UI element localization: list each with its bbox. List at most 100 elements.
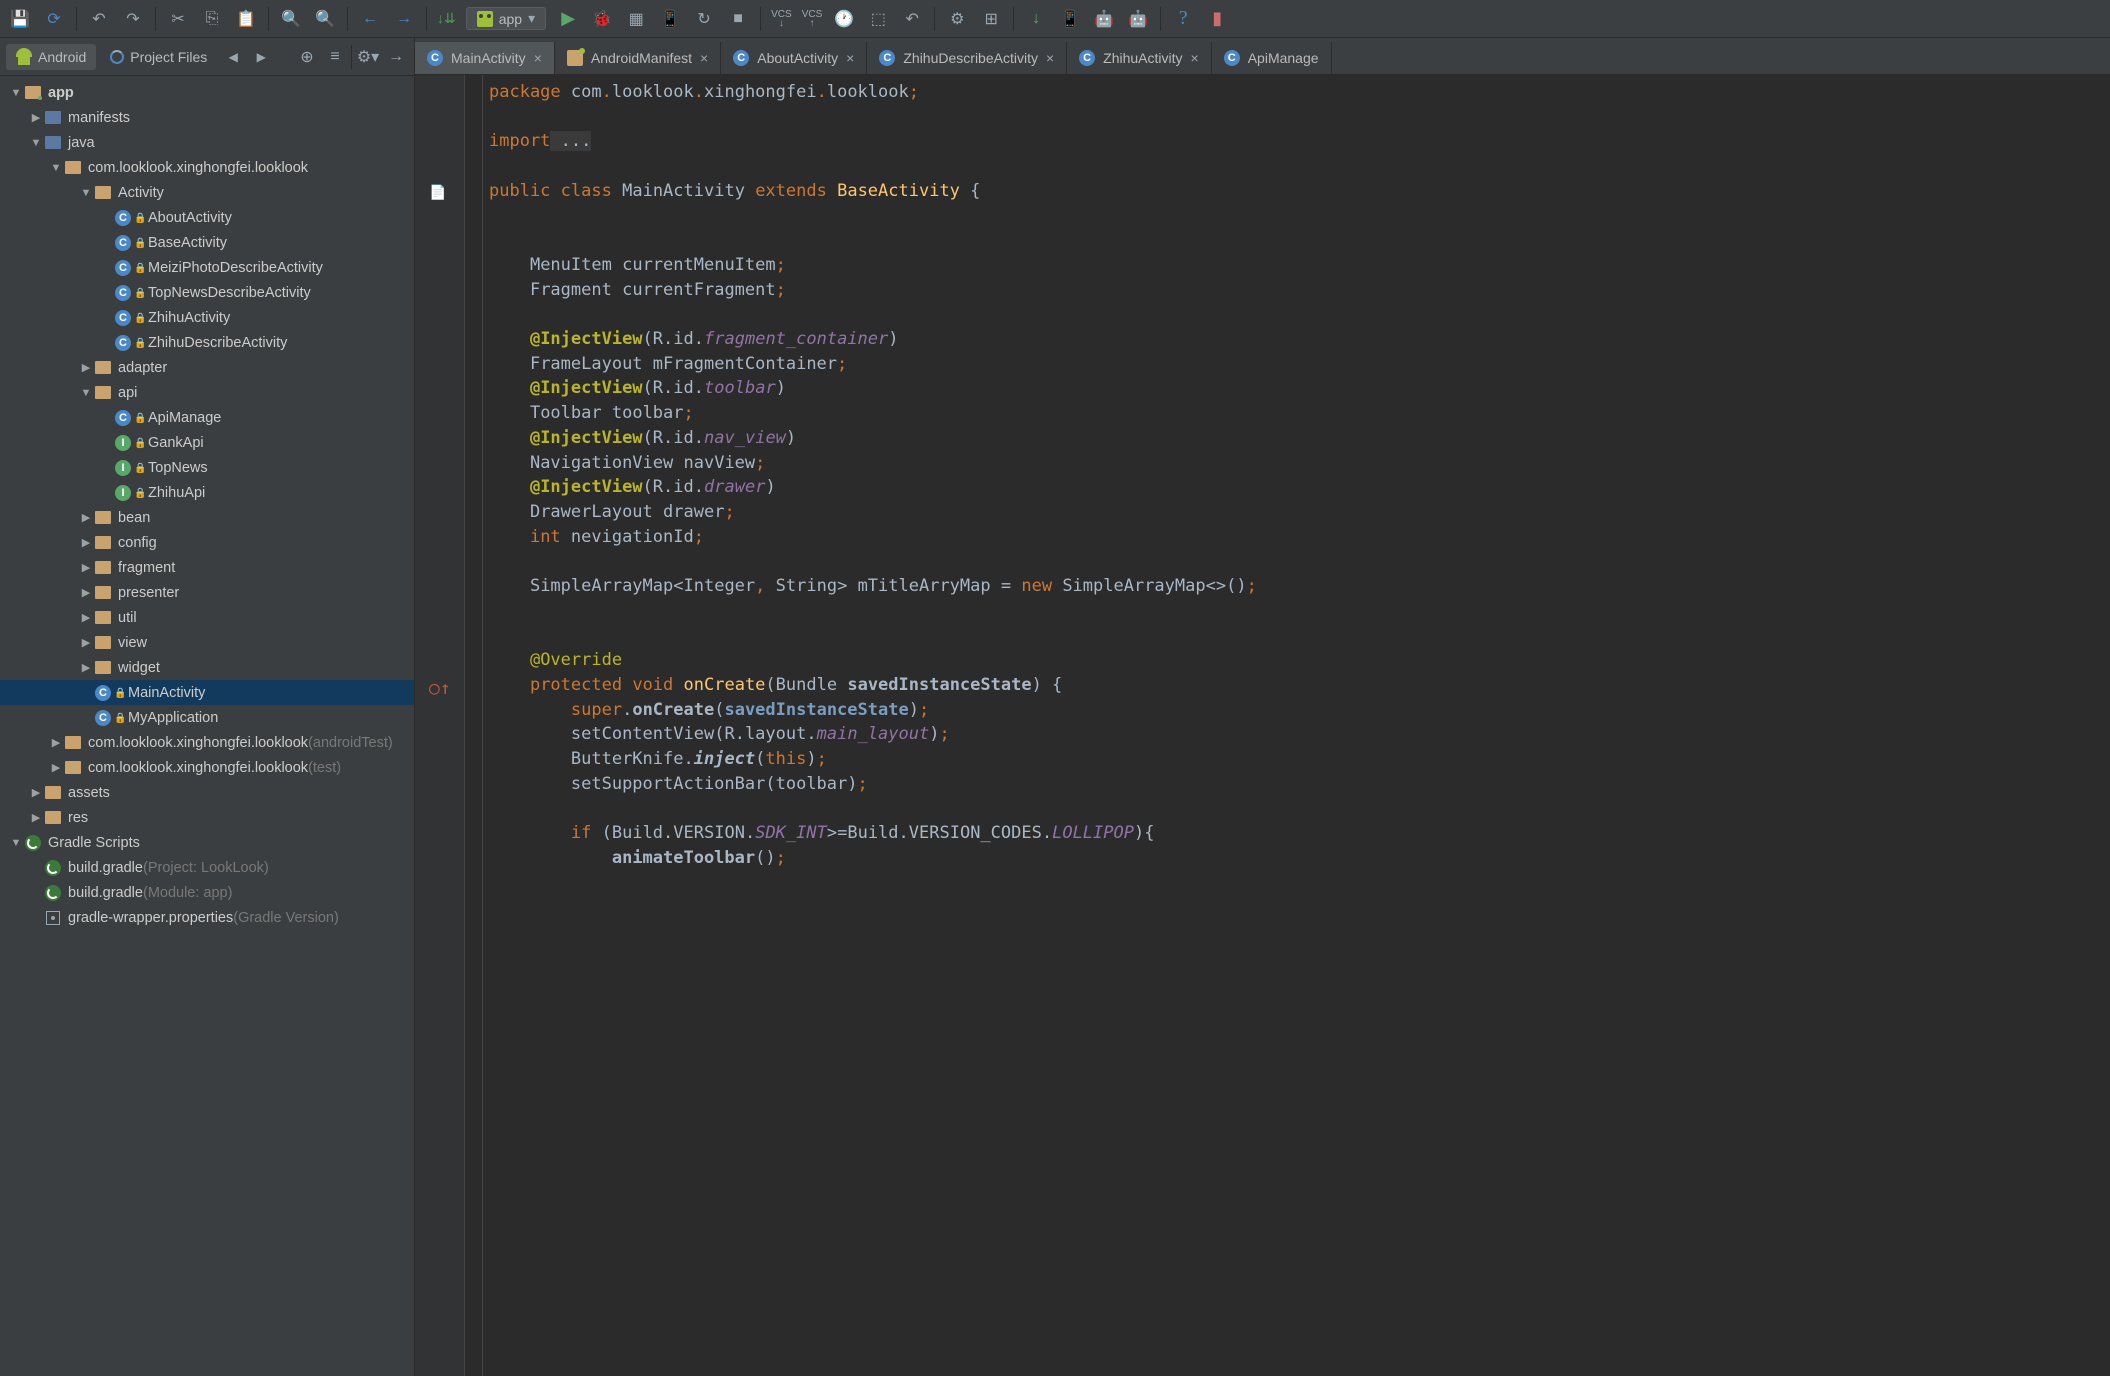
tree-main-activity[interactable]: C🔒MainActivity xyxy=(0,680,414,705)
tree-api-item[interactable]: C🔒ApiManage xyxy=(0,405,414,430)
tree-folder-presenter[interactable]: ▶presenter xyxy=(0,580,414,605)
tree-build-gradle-proj[interactable]: build.gradle (Project: LookLook) xyxy=(0,855,414,880)
attach-icon[interactable]: 📱 xyxy=(658,7,682,31)
replace-icon[interactable]: 🔍 xyxy=(313,7,337,31)
tree-folder-bean[interactable]: ▶bean xyxy=(0,505,414,530)
copy-icon[interactable]: ⎘ xyxy=(200,7,224,31)
vcs-commit-icon[interactable]: VCS↑ xyxy=(802,10,823,28)
code-area[interactable]: 📄 ○↑ package com.looklook.xinghongfei.lo… xyxy=(415,75,2110,1376)
coverage-icon[interactable]: ↻ xyxy=(692,7,716,31)
close-icon[interactable]: × xyxy=(700,50,708,66)
tree-adapter[interactable]: ▶adapter xyxy=(0,355,414,380)
pie-icon xyxy=(110,50,124,64)
class-icon: C xyxy=(733,50,749,66)
editor-tab-manifest[interactable]: AndroidManifest× xyxy=(555,42,721,74)
target-icon[interactable]: ⊕ xyxy=(295,45,319,69)
editor-tab-apimanage[interactable]: CApiManage xyxy=(1212,42,1332,74)
tree-folder-config[interactable]: ▶config xyxy=(0,530,414,555)
project-structure-icon[interactable]: ⊞ xyxy=(979,7,1003,31)
cut-icon[interactable]: ✂ xyxy=(166,7,190,31)
back-icon[interactable]: ← xyxy=(358,7,382,31)
close-icon[interactable]: × xyxy=(1046,50,1054,66)
tab-project-files[interactable]: Project Files xyxy=(100,45,217,69)
stop-icon[interactable]: ■ xyxy=(726,7,750,31)
redo-icon[interactable]: ↷ xyxy=(121,7,145,31)
forward-icon[interactable]: → xyxy=(392,7,416,31)
close-icon[interactable]: × xyxy=(1191,50,1199,66)
editor-tab-mainactivity[interactable]: CMainActivity× xyxy=(415,42,555,74)
make-icon[interactable]: ↓⇊ xyxy=(437,10,456,27)
hide-icon[interactable]: → xyxy=(384,45,408,69)
tree-api-item[interactable]: I🔒ZhihuApi xyxy=(0,480,414,505)
tree-api[interactable]: ▼api xyxy=(0,380,414,405)
collapse-icon[interactable]: ≡ xyxy=(323,45,347,69)
override-marker-icon[interactable]: ○↑ xyxy=(429,677,451,702)
separator xyxy=(347,7,348,31)
find-icon[interactable]: 🔍 xyxy=(279,7,303,31)
run-icon[interactable]: ▶ xyxy=(556,7,580,31)
tree-app[interactable]: ▼app xyxy=(0,80,414,105)
tree-pkg-test[interactable]: ▶com.looklook.xinghongfei.looklook (test… xyxy=(0,755,414,780)
tree-java[interactable]: ▼java xyxy=(0,130,414,155)
editor-tab-zhihudesc[interactable]: CZhihuDescribeActivity× xyxy=(867,42,1067,74)
sdk-manager-icon[interactable]: ↓ xyxy=(1024,7,1048,31)
editor-tab-zhihu[interactable]: CZhihuActivity× xyxy=(1067,42,1212,74)
tree-activity-item[interactable]: C🔒ZhihuDescribeActivity xyxy=(0,330,414,355)
code-content[interactable]: package com.looklook.xinghongfei.lookloo… xyxy=(483,75,2110,1376)
undo-icon[interactable]: ↶ xyxy=(87,7,111,31)
class-icon: C xyxy=(1224,50,1240,66)
android-icon[interactable]: 🤖 xyxy=(1092,7,1116,31)
debug-icon[interactable]: 🐞 xyxy=(590,7,614,31)
run-config-selector[interactable]: app ▾ xyxy=(466,7,546,30)
tree-gradle-scripts[interactable]: ▼Gradle Scripts xyxy=(0,830,414,855)
tree-pkg-main[interactable]: ▼com.looklook.xinghongfei.looklook xyxy=(0,155,414,180)
class-marker-icon[interactable]: 📄 xyxy=(429,181,446,206)
vcs-update-icon[interactable]: VCS↓ xyxy=(771,10,792,28)
android-icon xyxy=(477,11,493,27)
refresh-icon[interactable]: ⟳ xyxy=(42,7,66,31)
avd-manager-icon[interactable]: 📱 xyxy=(1058,7,1082,31)
settings-gear-icon[interactable]: ⚙▾ xyxy=(356,45,380,69)
tree-my-application[interactable]: C🔒MyApplication xyxy=(0,705,414,730)
profile-icon[interactable]: ▦ xyxy=(624,7,648,31)
paste-icon[interactable]: 📋 xyxy=(234,7,258,31)
tree-activity-item[interactable]: C🔒MeiziPhotoDescribeActivity xyxy=(0,255,414,280)
lock-icon: 🔒 xyxy=(114,713,124,723)
tree-activity-item[interactable]: C🔒BaseActivity xyxy=(0,230,414,255)
tree-folder-view[interactable]: ▶view xyxy=(0,630,414,655)
tree-res[interactable]: ▶res xyxy=(0,805,414,830)
tab-android[interactable]: Android xyxy=(6,44,96,70)
tree-assets[interactable]: ▶assets xyxy=(0,780,414,805)
separator xyxy=(351,45,352,69)
help-icon[interactable]: ? xyxy=(1171,7,1195,31)
lock-icon: 🔒 xyxy=(114,688,124,698)
close-icon[interactable]: × xyxy=(846,50,854,66)
tree-folder-widget[interactable]: ▶widget xyxy=(0,655,414,680)
tree-folder-util[interactable]: ▶util xyxy=(0,605,414,630)
editor-tab-about[interactable]: CAboutActivity× xyxy=(721,42,867,74)
save-icon[interactable]: 💾 xyxy=(8,7,32,31)
settings-icon[interactable]: ⚙ xyxy=(945,7,969,31)
tree-activity-item[interactable]: C🔒TopNewsDescribeActivity xyxy=(0,280,414,305)
android-icon-2[interactable]: 🤖 xyxy=(1126,7,1150,31)
tree-activity-folder[interactable]: ▼Activity xyxy=(0,180,414,205)
error-icon[interactable]: ▮ xyxy=(1205,7,1229,31)
sidebar-tabs: Android Project Files ◀ ▶ ⊕ ≡ ⚙▾ → xyxy=(0,38,414,76)
tree-api-item[interactable]: I🔒TopNews xyxy=(0,455,414,480)
close-icon[interactable]: × xyxy=(534,50,542,66)
tree-pkg-atest[interactable]: ▶com.looklook.xinghongfei.looklook (andr… xyxy=(0,730,414,755)
vcs-diff-icon[interactable]: ⬚ xyxy=(866,7,890,31)
tab-left-icon[interactable]: ◀ xyxy=(221,45,245,69)
tree-api-item[interactable]: I🔒GankApi xyxy=(0,430,414,455)
class-icon: C xyxy=(879,50,895,66)
tree-gradle-wrapper[interactable]: gradle-wrapper.properties (Gradle Versio… xyxy=(0,905,414,930)
tree-activity-item[interactable]: C🔒AboutActivity xyxy=(0,205,414,230)
tree-manifests[interactable]: ▶manifests xyxy=(0,105,414,130)
tree-activity-item[interactable]: C🔒ZhihuActivity xyxy=(0,305,414,330)
vcs-revert-icon[interactable]: ↶ xyxy=(900,7,924,31)
fold-column[interactable] xyxy=(465,75,483,1376)
tree-folder-fragment[interactable]: ▶fragment xyxy=(0,555,414,580)
vcs-history-icon[interactable]: 🕐 xyxy=(832,7,856,31)
tree-build-gradle-mod[interactable]: build.gradle (Module: app) xyxy=(0,880,414,905)
tab-right-icon[interactable]: ▶ xyxy=(249,45,273,69)
